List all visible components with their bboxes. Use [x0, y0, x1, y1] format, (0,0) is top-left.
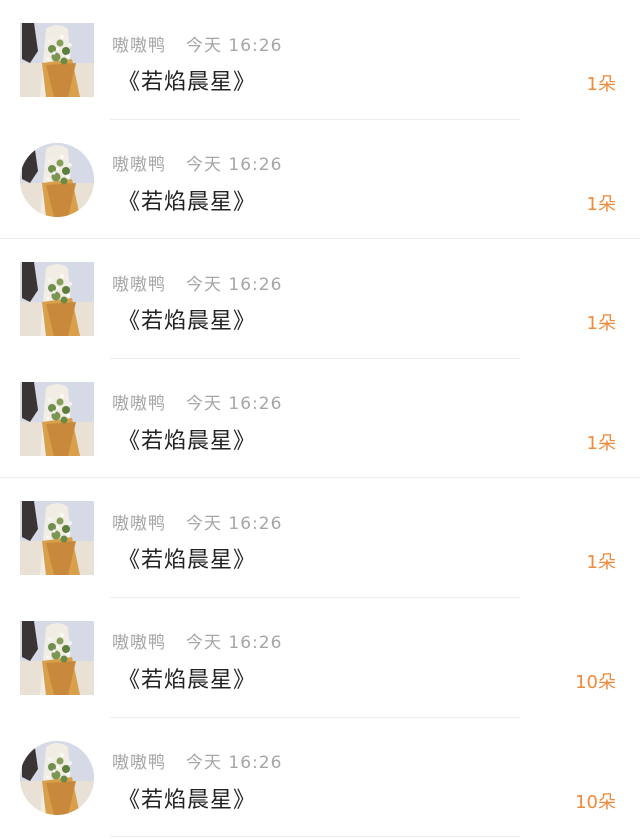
flower-bouquet-icon	[20, 23, 94, 97]
avatar[interactable]	[20, 501, 94, 576]
item-meta: 嗷嗷鸭 今天 16:26	[112, 270, 283, 295]
book-title[interactable]: 《若焰晨星》	[118, 662, 256, 694]
gift-count: 1朵	[586, 432, 616, 454]
username[interactable]: 嗷嗷鸭	[112, 509, 166, 534]
gift-count: 1朵	[586, 552, 616, 574]
avatar[interactable]	[20, 23, 94, 97]
gift-count: 1朵	[586, 193, 616, 215]
list-item[interactable]: 嗷嗷鸭 今天 16:26 《若焰晨星》 10朵	[0, 597, 640, 718]
gift-record-list: 嗷嗷鸭 今天 16:26 《若焰晨星》 1朵 嗷嗷鸭 今天 16:26 《若焰晨…	[0, 0, 640, 838]
avatar[interactable]	[20, 142, 94, 217]
list-item[interactable]: 嗷嗷鸭 今天 16:26 《若焰晨星》 1朵	[0, 239, 640, 359]
timestamp: 今天 16:26	[186, 513, 283, 534]
item-meta: 嗷嗷鸭 今天 16:26	[112, 31, 283, 56]
timestamp: 今天 16:26	[186, 633, 283, 654]
item-meta: 嗷嗷鸭 今天 16:26	[112, 509, 283, 534]
book-title[interactable]: 《若焰晨星》	[118, 303, 256, 335]
list-item[interactable]: 嗷嗷鸭 今天 16:26 《若焰晨星》 10朵	[0, 717, 640, 838]
list-item[interactable]: 嗷嗷鸭 今天 16:26 《若焰晨星》 1朵	[0, 0, 640, 120]
timestamp: 今天 16:26	[186, 35, 283, 56]
timestamp: 今天 16:26	[186, 274, 283, 295]
username[interactable]: 嗷嗷鸭	[112, 748, 166, 773]
flower-bouquet-icon	[20, 740, 94, 815]
item-meta: 嗷嗷鸭 今天 16:26	[112, 749, 282, 773]
username[interactable]: 嗷嗷鸭	[112, 389, 166, 414]
flower-bouquet-icon	[20, 501, 94, 576]
timestamp: 今天 16:26	[186, 394, 283, 415]
timestamp: 今天 16:26	[186, 155, 283, 176]
list-item[interactable]: 嗷嗷鸭 今天 16:26 《若焰晨星》 1朵	[0, 119, 640, 240]
timestamp: 今天 16:26	[186, 753, 283, 774]
username[interactable]: 嗷嗷鸭	[112, 270, 166, 295]
gift-count: 10朵	[575, 791, 616, 813]
username[interactable]: 嗷嗷鸭	[112, 31, 166, 56]
gift-count: 1朵	[586, 74, 616, 95]
username[interactable]: 嗷嗷鸭	[112, 150, 166, 175]
item-meta: 嗷嗷鸭 今天 16:26	[112, 390, 282, 414]
flower-bouquet-icon	[20, 381, 94, 456]
list-item[interactable]: 嗷嗷鸭 今天 16:26 《若焰晨星》 1朵	[0, 478, 640, 598]
book-title[interactable]: 《若焰晨星》	[118, 423, 256, 455]
flower-bouquet-icon	[20, 262, 94, 337]
avatar[interactable]	[20, 620, 94, 695]
gift-count: 10朵	[575, 671, 616, 693]
username[interactable]: 嗷嗷鸭	[112, 628, 166, 653]
gift-count: 1朵	[586, 313, 616, 335]
item-meta: 嗷嗷鸭 今天 16:26	[112, 629, 282, 653]
avatar[interactable]	[20, 740, 94, 815]
book-title[interactable]: 《若焰晨星》	[118, 64, 256, 96]
book-title[interactable]: 《若焰晨星》	[118, 542, 256, 574]
book-title[interactable]: 《若焰晨星》	[118, 782, 256, 814]
divider	[110, 836, 520, 838]
flower-bouquet-icon	[20, 620, 94, 695]
avatar[interactable]	[20, 262, 94, 337]
avatar[interactable]	[20, 381, 94, 456]
flower-bouquet-icon	[20, 142, 94, 217]
item-meta: 嗷嗷鸭 今天 16:26	[112, 151, 282, 175]
book-title[interactable]: 《若焰晨星》	[118, 184, 256, 216]
list-item[interactable]: 嗷嗷鸭 今天 16:26 《若焰晨星》 1朵	[0, 358, 640, 479]
